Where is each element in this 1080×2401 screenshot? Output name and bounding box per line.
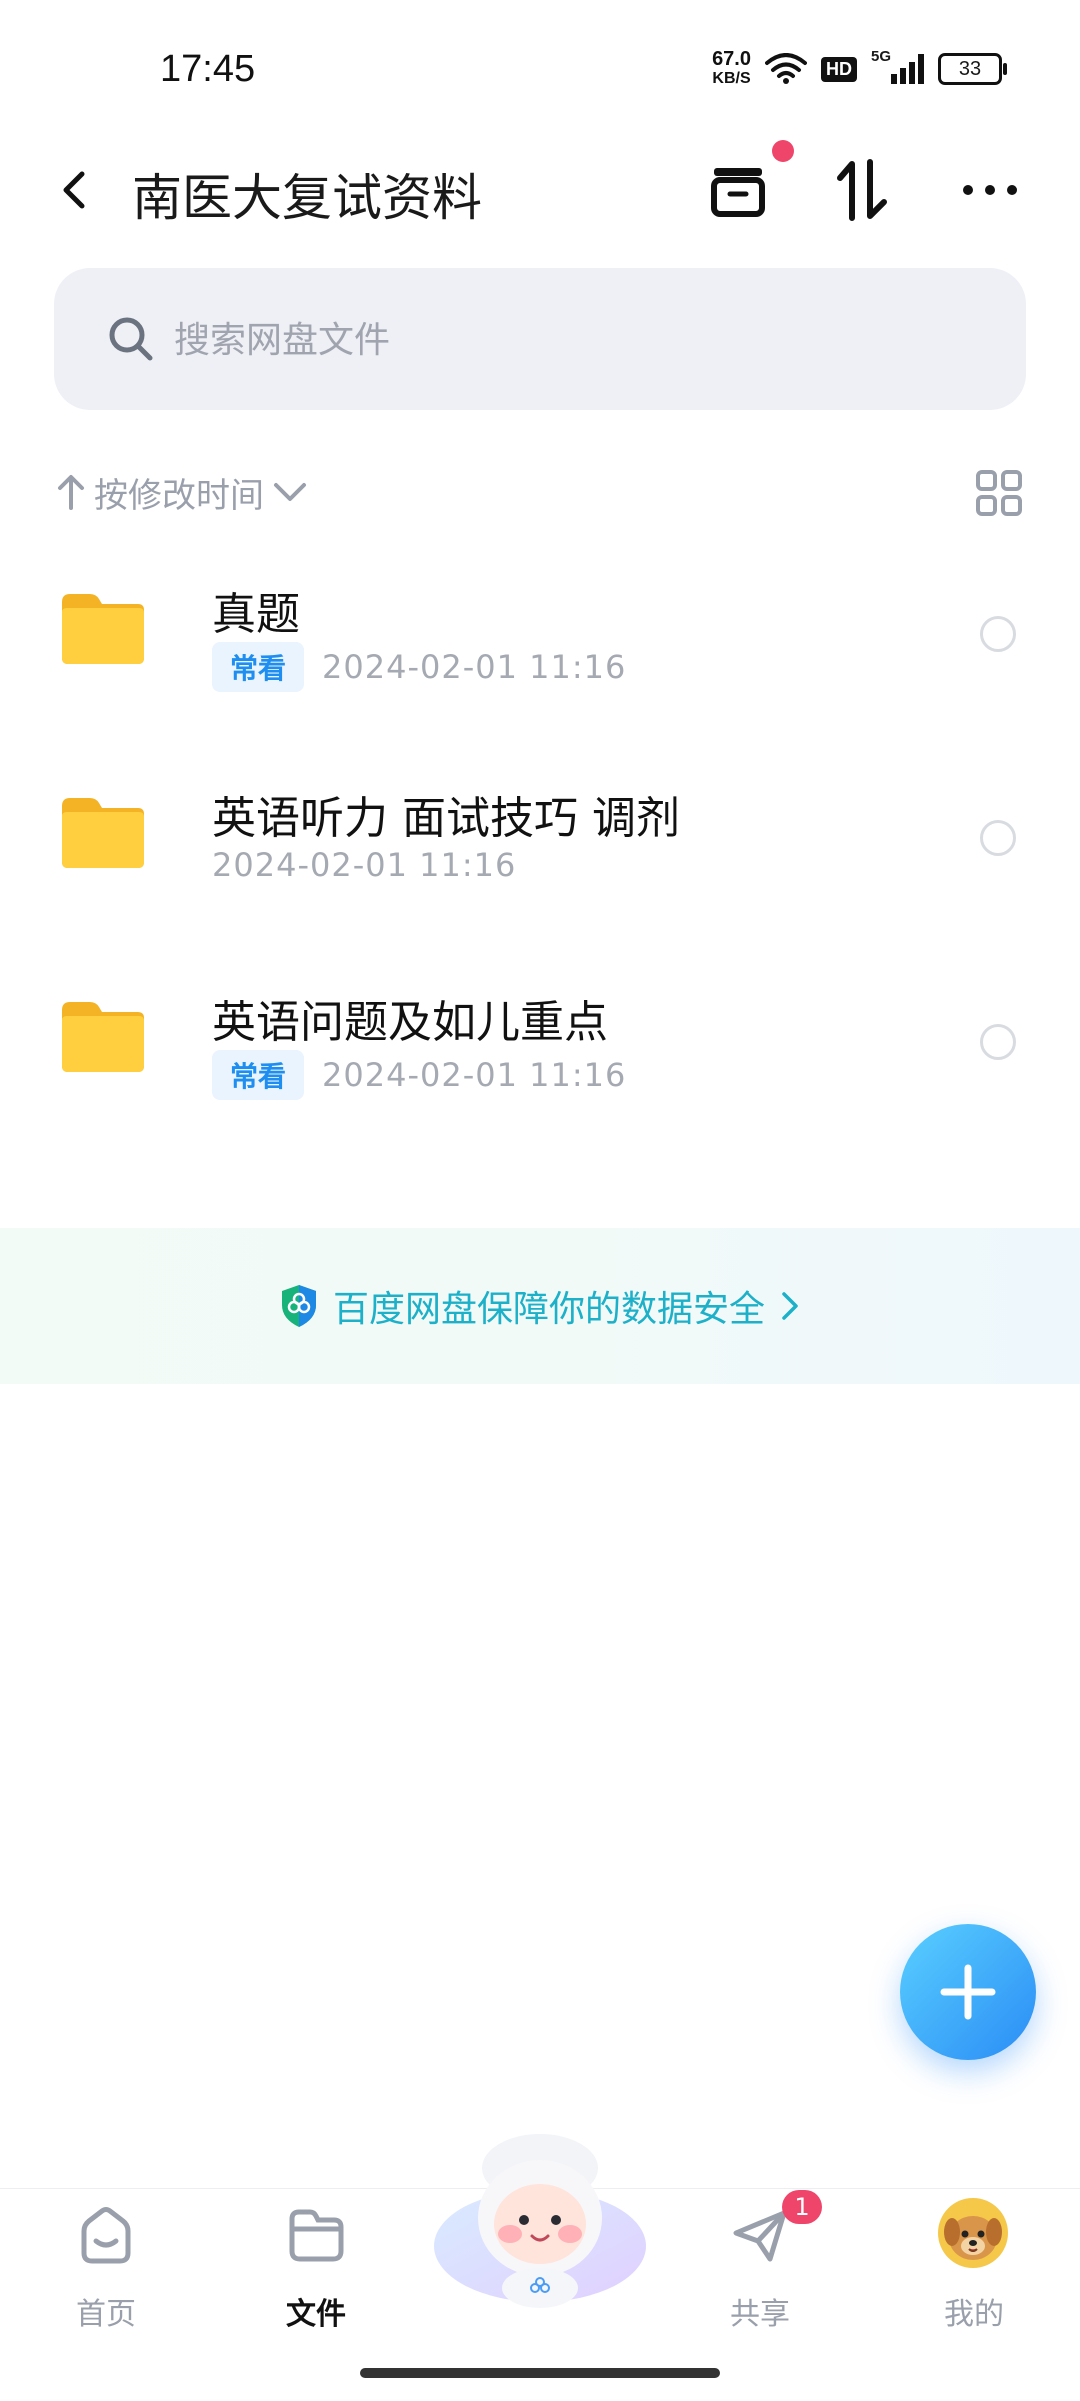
page-title: 南医大复试资料 [132,169,482,227]
status-bar: 17:45 67.0 KB/S HD 5G 33 [0,0,1080,140]
security-banner[interactable]: 百度网盘保障你的数据安全 [0,1228,1080,1384]
more-icon [963,185,1017,195]
select-radio[interactable] [980,820,1016,856]
home-indicator[interactable] [360,2368,720,2378]
wifi-icon [765,53,807,84]
status-time: 17:45 [160,48,256,90]
file-meta: 常看 2024-02-01 11:16 [212,642,626,692]
tab-files[interactable]: 文件 [246,2189,386,2349]
folder-icon [62,1002,144,1072]
signal-icon: 5G [871,48,924,84]
home-icon [81,2207,131,2264]
search-input[interactable] [172,304,996,376]
add-button[interactable] [900,1924,1036,2060]
file-row[interactable]: 英语听力 面试技巧 调剂 2024-02-01 11:16 [0,754,1080,944]
avatar[interactable] [938,2198,1008,2268]
back-button[interactable] [52,162,102,218]
mascot-icon [434,2134,646,2308]
file-name: 真题 [212,589,300,640]
sort-arrows-icon [837,159,887,221]
arrow-up-icon [58,475,84,510]
tab-files-label: 文件 [286,2297,346,2332]
net-speed-unit: KB/S [712,70,751,87]
select-radio[interactable] [980,1024,1016,1060]
banner-text: 百度网盘保障你的数据安全 [332,1289,765,1330]
tab-mine-label: 我的 [944,2297,1004,2332]
file-date: 2024-02-01 11:16 [322,1056,627,1094]
file-row[interactable]: 真题 常看 2024-02-01 11:16 [0,550,1080,740]
sort-selector[interactable]: 按修改时间 [56,462,308,522]
sort-label: 按修改时间 [94,475,264,516]
frequent-tag: 常看 [212,642,305,692]
shield-icon [281,1285,316,1327]
dog-avatar-icon [938,2198,1008,2268]
sort-button[interactable] [826,154,898,226]
battery-level: 33 [958,58,982,80]
search-icon [109,317,153,361]
select-radio[interactable] [980,616,1016,652]
app-header: 南医大复试资料 [0,140,1080,240]
file-name: 英语听力 面试技巧 调剂 [212,793,680,844]
notification-dot [772,140,794,162]
plus-icon [940,1964,996,2020]
file-meta: 2024-02-01 11:16 [212,846,516,884]
tab-home[interactable]: 首页 [36,2189,176,2349]
mascot-assistant-button[interactable] [428,2128,652,2308]
back-icon [63,171,85,209]
folder-icon [62,798,144,868]
battery-icon: 33 [938,53,1007,85]
file-date: 2024-02-01 11:16 [322,648,627,686]
grid-view-icon [976,470,1022,516]
grid-view-button[interactable] [974,468,1024,518]
chevron-down-icon [274,483,306,501]
search-bar[interactable] [54,268,1026,410]
folder-outline-icon [289,2209,344,2262]
hd-icon: HD [821,56,857,82]
net-speed: 67.0 KB/S [712,48,751,88]
net-speed-value: 67.0 [712,48,751,70]
file-row[interactable]: 英语问题及如儿重点 常看 2024-02-01 11:16 [0,958,1080,1148]
network-type: 5G [871,48,892,65]
status-icons: 67.0 KB/S HD 5G 33 [712,48,1007,88]
tab-share-label: 共享 [730,2297,790,2332]
frequent-tag: 常看 [212,1050,305,1100]
tab-home-label: 首页 [76,2297,136,2332]
archive-icon [711,168,765,217]
chevron-right-icon [782,1292,798,1320]
share-badge: 1 [782,2190,822,2224]
file-name: 英语问题及如儿重点 [212,997,608,1048]
file-date: 2024-02-01 11:16 [212,846,517,884]
archive-button[interactable] [702,140,794,226]
file-meta: 常看 2024-02-01 11:16 [212,1050,626,1100]
folder-icon [62,594,144,664]
more-button[interactable] [954,154,1026,226]
